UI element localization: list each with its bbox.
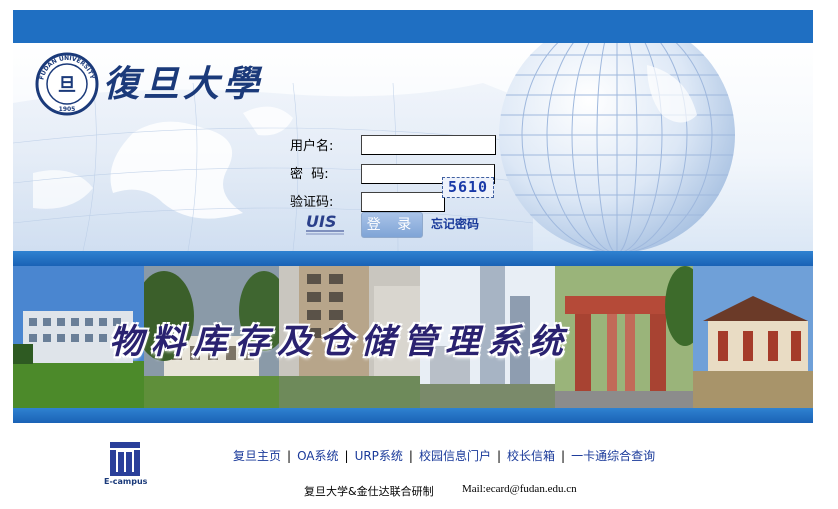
footer-link-portal[interactable]: 校园信息门户: [419, 449, 491, 463]
footer-link-oa[interactable]: OA系统: [297, 449, 338, 463]
campus-photo-6: [693, 266, 813, 408]
mid-divider-bar: [13, 251, 813, 266]
footer-link-ecard[interactable]: 一卡通综合查询: [571, 449, 655, 463]
captcha-label: 验证码:: [290, 195, 334, 210]
separator: |: [561, 449, 566, 463]
separator: |: [408, 449, 413, 463]
campus-banner: 物料库存及仓储管理系统: [13, 266, 813, 408]
footer-mail: Mail:ecard@fudan.edu.cn: [462, 483, 577, 495]
uis-logo-text: UIS: [306, 212, 336, 231]
login-panel: 旦 FUDAN UNIVERSITY 1905 復旦大學 用户名: 密 码: 验…: [13, 43, 813, 251]
svg-text:1905: 1905: [59, 106, 76, 113]
separator: |: [496, 449, 502, 463]
footer-links: 复旦主页 | OA系统 | URP系统 | 校园信息门户 | 校长信箱 | 一卡通综合查询: [233, 447, 655, 464]
forgot-password-link[interactable]: 忘记密码: [431, 215, 479, 232]
username-label: 用户名:: [290, 139, 334, 154]
university-name: 復旦大學: [103, 63, 264, 105]
footer-link-urp[interactable]: URP系统: [355, 449, 403, 463]
bottom-divider-bar: [13, 408, 813, 423]
footer-link-home[interactable]: 复旦主页: [233, 449, 281, 463]
fudan-logo: 旦 FUDAN UNIVERSITY 1905: [35, 52, 99, 116]
login-button[interactable]: 登 录: [361, 212, 423, 238]
campus-photo-5: [555, 266, 693, 408]
captcha-image[interactable]: 5610: [442, 177, 494, 198]
footer-credit: 复旦大学&金仕达联合研制: [304, 485, 434, 498]
separator: |: [344, 449, 349, 463]
ecampus-label: E-campus: [104, 477, 148, 486]
system-title: 物料库存及仓储管理系统: [109, 322, 571, 362]
page-frame: 旦 FUDAN UNIVERSITY 1905 復旦大學 用户名: 密 码: 验…: [13, 10, 813, 423]
username-input[interactable]: [361, 135, 496, 155]
separator: |: [287, 449, 292, 463]
svg-text:旦: 旦: [58, 75, 76, 96]
top-bar: [13, 10, 813, 43]
footer-link-mailbox[interactable]: 校长信箱: [507, 449, 555, 463]
globe-graphic: [499, 43, 735, 251]
uis-logo: UIS: [306, 212, 344, 235]
captcha-input[interactable]: [361, 192, 445, 212]
password-label: 密 码:: [290, 167, 329, 182]
